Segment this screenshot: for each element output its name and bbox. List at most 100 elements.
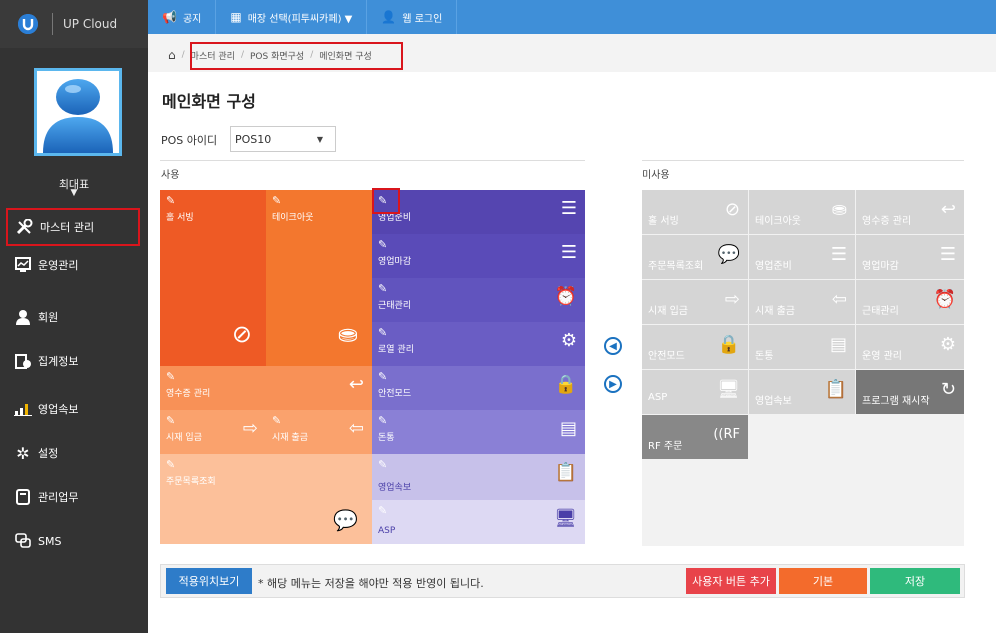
tile-sales-flash[interactable]: ✎ 영업속보 📋: [372, 454, 585, 500]
database-in-icon: ☰: [560, 198, 577, 219]
report-icon: [14, 352, 32, 370]
tile-label: 시재 입금: [648, 306, 688, 317]
default-button[interactable]: 기본: [779, 568, 867, 594]
pencil-icon[interactable]: ✎: [378, 458, 387, 471]
save-button[interactable]: 저장: [870, 568, 960, 594]
tile-sales-close[interactable]: ✎ 영업마감 ☰: [372, 234, 585, 278]
pencil-icon[interactable]: ✎: [272, 414, 281, 427]
sidebar-item-sms[interactable]: SMS: [6, 522, 140, 560]
database-out-icon: ☰: [560, 242, 577, 263]
notice-menu[interactable]: 📢 공지: [148, 0, 217, 34]
tile-cash-in[interactable]: ✎ 시재 입금 ⇨: [160, 410, 266, 454]
move-left-button[interactable]: ◀: [604, 337, 622, 355]
unused-tile-restart[interactable]: 프로그램 재시작 ↻: [856, 370, 964, 414]
tile-label: 주문목록조회: [166, 477, 216, 487]
speech-bubbles-icon: 💬: [333, 508, 358, 532]
database-out-icon: ☰: [939, 244, 956, 265]
lock-icon: 🔒: [717, 334, 740, 355]
home-icon[interactable]: ⌂: [168, 48, 176, 62]
tile-royal-manage[interactable]: ✎ 로열 관리 ⚙: [372, 322, 585, 366]
pencil-icon[interactable]: ✎: [166, 194, 175, 207]
pencil-icon[interactable]: ✎: [166, 370, 175, 383]
tile-receipt[interactable]: ✎ 영수증 관리 ↩: [160, 366, 372, 410]
sidebar-item-master[interactable]: 마스터 관리: [6, 208, 140, 246]
unused-tile-sales-close[interactable]: 영업마감 ☰: [856, 235, 964, 279]
top-nav-bar: 📢 공지 ▦ 매장 선택(피투씨카페) ▼ 👤 웹 로그인: [148, 0, 996, 34]
save-notice-text: * 해당 메뉴는 저장을 해야만 적용 반영이 됩니다.: [258, 577, 484, 590]
report-icon: 📋: [824, 379, 847, 400]
chart-icon: [14, 400, 32, 418]
tile-safe-mode[interactable]: ✎ 안전모드 🔒: [372, 366, 585, 410]
tile-asp[interactable]: ✎ ASP 🖥: [372, 500, 585, 544]
pos-id-select[interactable]: POS10 ▼: [230, 126, 336, 152]
sidebar-item-sales[interactable]: 영업속보: [6, 390, 140, 428]
pencil-icon[interactable]: ✎: [378, 326, 387, 339]
unused-tile-asp[interactable]: ASP 🖥: [642, 370, 748, 414]
move-right-button[interactable]: ▶: [604, 375, 622, 393]
used-divider: [160, 160, 585, 161]
wallet-in-icon: ⇨: [242, 418, 258, 439]
chevron-down-icon: ▼: [316, 134, 323, 144]
pencil-icon[interactable]: ✎: [166, 414, 175, 427]
web-login-menu[interactable]: 👤 웹 로그인: [367, 0, 458, 34]
tile-cash-out[interactable]: ✎ 시재 출금 ⇦: [266, 410, 372, 454]
unused-tile-receipt[interactable]: 영수증 관리 ↩: [856, 190, 964, 234]
pencil-icon[interactable]: ✎: [378, 238, 387, 251]
pencil-icon[interactable]: ✎: [166, 458, 175, 471]
undo-icon: ↩: [940, 199, 956, 220]
undo-icon: ↩: [348, 374, 364, 395]
sidebar-item-settings[interactable]: ✲ 설정: [6, 434, 140, 472]
unused-tile-sales-flash[interactable]: 영업속보 📋: [749, 370, 855, 414]
rf-icon: ((RF: [713, 427, 740, 442]
tile-label: ASP: [648, 392, 668, 403]
pos-id-value: POS10: [235, 132, 272, 146]
unused-tile-cash-out[interactable]: 시재 출금 ⇦: [749, 280, 855, 324]
unused-tile-sales-open[interactable]: 영업준비 ☰: [749, 235, 855, 279]
pencil-icon[interactable]: ✎: [378, 504, 387, 517]
tile-label: RF 주문: [648, 441, 683, 452]
drawer-icon: ▤: [559, 418, 577, 439]
tile-label: 근태관리: [862, 306, 899, 317]
brand[interactable]: UP Cloud: [0, 0, 148, 48]
pencil-icon[interactable]: ✎: [378, 370, 387, 383]
sidebar-item-label: 설정: [38, 447, 59, 460]
tile-order-list[interactable]: ✎ 주문목록조회 💬: [160, 454, 372, 544]
sidebar-item-member[interactable]: 회원: [6, 298, 140, 336]
tile-takeout[interactable]: ✎ 테이크아웃 ⛂: [266, 190, 372, 366]
sidebar-item-admin[interactable]: 관리업무: [6, 478, 140, 516]
unused-tile-drawer[interactable]: 돈통 ▤: [749, 325, 855, 369]
unused-tile-rf-order[interactable]: RF 주문 ((RF: [642, 415, 748, 459]
monitor-icon: 🖥: [717, 379, 740, 400]
sidebar-item-stats[interactable]: 집계정보: [6, 342, 140, 380]
store-select-menu[interactable]: ▦ 매장 선택(피투씨카페) ▼: [216, 0, 368, 34]
unused-tile-operation[interactable]: 운영 관리 ⚙: [856, 325, 964, 369]
add-custom-button[interactable]: 사용자 버튼 추가: [686, 568, 776, 594]
megaphone-icon: 📢: [162, 10, 177, 24]
unused-tile-order-list[interactable]: 주문목록조회 💬: [642, 235, 748, 279]
unused-tile-takeout[interactable]: 테이크아웃 ⛂: [749, 190, 855, 234]
tile-sales-open[interactable]: ✎ 영업준비 ☰: [372, 190, 585, 234]
pencil-icon[interactable]: ✎: [378, 414, 387, 427]
unused-tile-safe-mode[interactable]: 안전모드 🔒: [642, 325, 748, 369]
tile-label: 돈통: [378, 433, 395, 443]
unused-tile-cash-in[interactable]: 시재 입금 ⇨: [642, 280, 748, 324]
alarm-clock-icon: ⏰: [933, 289, 956, 310]
unused-tile-attendance[interactable]: 근태관리 ⏰: [856, 280, 964, 324]
tile-hall-serving[interactable]: ✎ 홀 서빙 ⊘: [160, 190, 266, 366]
breadcrumb-separator: /: [181, 50, 185, 60]
breadcrumb-highlight: [190, 42, 403, 70]
wallet-out-icon: ⇦: [831, 289, 847, 310]
lock-icon: 🔒: [554, 374, 577, 395]
tile-label: 주문목록조회: [648, 261, 704, 272]
used-section-title: 사용: [161, 170, 180, 181]
unused-tile-hall[interactable]: 홀 서빙 ⊘: [642, 190, 748, 234]
pencil-icon[interactable]: ✎: [272, 194, 281, 207]
pencil-icon[interactable]: ✎: [378, 282, 387, 295]
preview-position-button[interactable]: 적용위치보기: [166, 568, 252, 594]
gear-icon: ⚙: [939, 334, 956, 355]
sidebar-item-operation[interactable]: 운영관리: [6, 246, 140, 284]
user-menu-caret[interactable]: ▼: [0, 188, 148, 198]
tile-label: ASP: [378, 526, 396, 536]
tile-cash-drawer[interactable]: ✎ 돈통 ▤: [372, 410, 585, 454]
tile-attendance[interactable]: ✎ 근태관리 ⏰: [372, 278, 585, 322]
